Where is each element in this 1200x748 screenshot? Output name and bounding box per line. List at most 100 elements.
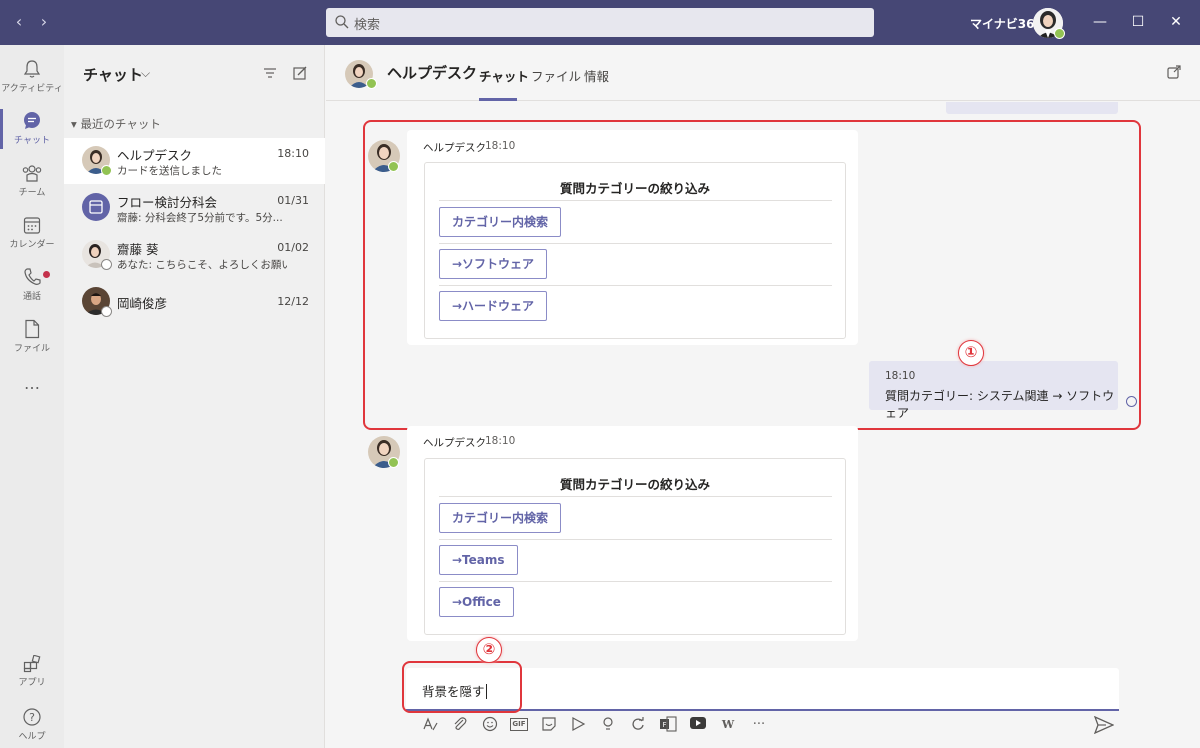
wiki-icon[interactable]: W [719, 716, 737, 734]
rail-activity[interactable]: アクティビティ [0, 51, 64, 103]
chat-icon [24, 112, 40, 129]
rail-label: チャット [14, 136, 50, 146]
bell-icon [23, 60, 41, 78]
chat-item-okazaki[interactable]: 岡崎俊彦 12/12 [64, 279, 325, 325]
rail-label: チーム [18, 188, 46, 198]
attach-icon[interactable] [451, 716, 469, 734]
annotation-box-2 [402, 661, 522, 713]
forms-icon[interactable]: F [659, 716, 677, 734]
rail-label: ヘルプ [18, 732, 46, 742]
back-icon[interactable]: ‹ [9, 11, 29, 33]
divider [439, 539, 832, 540]
teams-icon [22, 165, 42, 182]
recent-chats-label: 最近のチャット [80, 117, 161, 131]
annotation-badge-2: ② [476, 637, 502, 663]
conversation-pane: ヘルプデスク チャット ファイル 情報 ⋯ ヘルプデスク 18:10 質問カテゴ… [326, 45, 1200, 748]
tab-chat[interactable]: チャット [479, 66, 529, 85]
new-chat-icon[interactable] [292, 65, 308, 81]
chat-title: ヘルプデスク [387, 64, 478, 82]
search-box[interactable]: 検索 [326, 8, 874, 37]
panel-title[interactable]: チャット [83, 64, 143, 85]
chat-item-helpdesk[interactable]: ヘルプデスク カードを送信しました 18:10 [64, 138, 325, 184]
chat-preview: 齋藤: 分科会終了5分前です。5分... [117, 212, 283, 224]
meeting-avatar [82, 193, 110, 221]
close-button[interactable]: ✕ [1166, 12, 1186, 32]
presence-available-icon [101, 165, 112, 176]
active-tab-indicator [479, 98, 517, 101]
chat-preview: カードを送信しました [117, 165, 222, 177]
presence-available-icon [388, 457, 399, 468]
youtube-icon[interactable] [689, 716, 707, 734]
bot-message: ヘルプデスク 18:10 質問カテゴリーの絞り込み カテゴリー内検索 →Team… [407, 426, 858, 641]
sticker-icon[interactable] [540, 716, 558, 734]
send-icon[interactable] [1094, 716, 1114, 734]
filter-icon[interactable] [262, 65, 278, 81]
popout-icon[interactable] [1167, 65, 1181, 79]
previous-message-fragment: ⋯ [946, 102, 1118, 114]
chat-name: フロー検討分科会 [117, 195, 218, 210]
format-icon[interactable] [421, 716, 439, 734]
title-bar: ‹ › 検索 マイナビ365 — ☐ ✕ [0, 0, 1200, 45]
rail-label: ファイル [13, 344, 50, 354]
org-name[interactable]: マイナビ365 [970, 15, 1043, 32]
message-sender: ヘルプデスク [423, 437, 486, 449]
rail-help[interactable]: ? ヘルプ [0, 699, 64, 748]
phone-icon [24, 268, 41, 285]
more-options-icon[interactable]: ··· [750, 716, 768, 734]
svg-text:F: F [662, 721, 666, 729]
chat-name: ヘルプデスク [117, 148, 193, 163]
adaptive-card: 質問カテゴリーの絞り込み カテゴリー内検索 →Teams →Office [424, 458, 846, 635]
rail-calls[interactable]: 通話 [0, 259, 64, 311]
minimize-button[interactable]: — [1090, 12, 1110, 32]
app-rail: アクティビティ チャット チーム カレンダー 通話 ファイル … アプリ ? ヘ… [0, 45, 64, 748]
annotation-box-1 [363, 120, 1141, 430]
more-apps-icon[interactable]: … [0, 371, 64, 399]
my-presence-icon [1054, 28, 1065, 39]
presence-away-icon [101, 306, 112, 317]
chat-time: 12/12 [277, 295, 309, 308]
emoji-icon[interactable] [481, 716, 499, 734]
divider [439, 496, 832, 497]
rail-label: 通話 [22, 292, 41, 302]
rail-calendar[interactable]: カレンダー [0, 207, 64, 259]
message-time: 18:10 [485, 435, 516, 447]
praise-icon[interactable] [599, 716, 617, 734]
teams-button[interactable]: →Teams [439, 545, 518, 575]
rail-chat[interactable]: チャット [0, 103, 64, 155]
tab-info[interactable]: 情報 [584, 66, 609, 85]
maximize-button[interactable]: ☐ [1128, 12, 1148, 32]
presence-available-icon [366, 78, 377, 89]
chat-time: 01/31 [277, 194, 309, 207]
chat-item-flow-meeting[interactable]: フロー検討分科会 齋藤: 分科会終了5分前です。5分... 01/31 [64, 185, 325, 231]
card-title: 質問カテゴリーの絞り込み [559, 477, 710, 492]
chat-item-saito[interactable]: 齋藤 葵 あなた: こちらこそ、よろしくお願いします。 01/02 [64, 232, 325, 278]
rail-label: アプリ [18, 678, 46, 688]
rail-apps[interactable]: アプリ [0, 647, 64, 699]
rail-teams[interactable]: チーム [0, 155, 64, 207]
help-icon: ? [23, 708, 41, 726]
chat-preview: あなた: こちらこそ、よろしくお願いします。 [117, 259, 287, 271]
apps-icon [23, 655, 41, 673]
forward-icon[interactable]: › [34, 11, 54, 33]
loop-icon[interactable] [629, 716, 647, 734]
calendar-icon [23, 217, 41, 234]
chat-header: ヘルプデスク チャット ファイル 情報 [326, 45, 1200, 101]
svg-text:?: ? [29, 711, 35, 724]
gif-icon[interactable]: GIF [510, 718, 528, 731]
chat-time: 18:10 [277, 147, 309, 160]
file-icon [25, 319, 40, 339]
divider [439, 581, 832, 582]
chevron-down-icon[interactable]: ⌵ [141, 66, 150, 81]
rail-files[interactable]: ファイル [0, 311, 64, 363]
office-button[interactable]: →Office [439, 587, 514, 617]
rail-label: アクティビティ [1, 84, 63, 94]
chat-list-panel: チャット ⌵ ▾ 最近のチャット ヘルプデスク カードを送信しました 18:10… [64, 45, 325, 748]
recent-chats-header[interactable]: ▾ 最近のチャット [71, 116, 161, 132]
meet-icon[interactable] [569, 716, 587, 734]
category-search-button[interactable]: カテゴリー内検索 [439, 503, 562, 533]
notification-dot [43, 271, 50, 278]
rail-label: カレンダー [9, 240, 55, 250]
chat-name: 岡崎俊彦 [117, 296, 168, 311]
presence-away-icon [101, 259, 112, 270]
tab-files[interactable]: ファイル [531, 66, 581, 85]
